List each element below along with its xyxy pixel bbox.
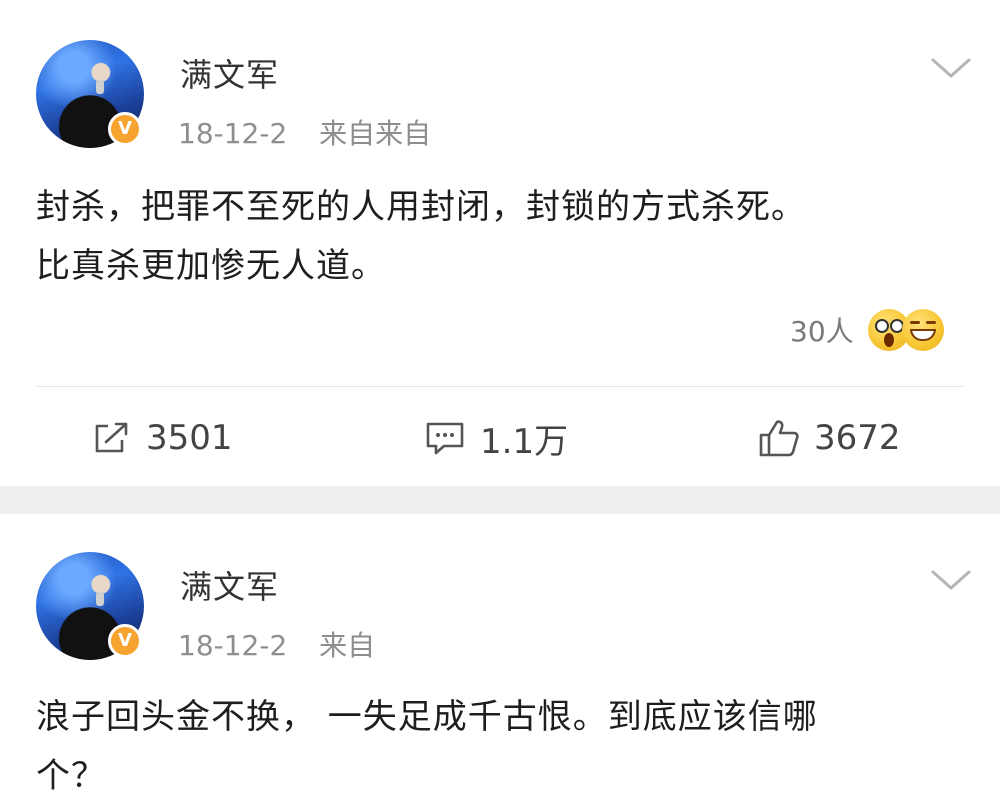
author-name[interactable]: 满文军 — [180, 562, 279, 608]
chevron-down-icon[interactable] — [930, 56, 972, 80]
action-bar: 3501 1.1万 3672 — [0, 400, 1000, 476]
author-name[interactable]: 满文军 — [180, 50, 279, 96]
post-date: 18-12-2 — [178, 629, 288, 662]
weibo-post: V 满文军 18-12-2 来自 浪子回头金不换， 一失足成千古恨。到底应该信哪… — [0, 514, 1000, 802]
share-icon — [95, 422, 128, 453]
thumbs-up-icon — [759, 420, 799, 457]
reaction-count: 30人 — [790, 315, 854, 348]
post-text-line: 个？ — [36, 756, 106, 796]
post-separator — [0, 486, 1000, 514]
divider — [36, 386, 964, 387]
post-text-line: 比真杀更加惨无人道。 — [36, 246, 386, 286]
comment-button[interactable]: 1.1万 — [424, 400, 568, 476]
post-text-line: 浪子回头金不换， 一失足成千古恨。到底应该信哪 — [36, 697, 818, 737]
reaction-summary[interactable]: 30人 — [790, 300, 944, 360]
repost-count: 3501 — [146, 418, 233, 458]
like-button[interactable]: 3672 — [758, 400, 901, 476]
post-source: 来自来自 — [319, 117, 432, 150]
post-text-line: 封杀，把罪不至死的人用封闭，封锁的方式杀死。 — [36, 187, 806, 227]
comment-icon — [426, 422, 464, 455]
weibo-post: V 满文军 18-12-2 来自来自 封杀，把罪不至死的人用封闭，封锁的方式杀死… — [0, 0, 1000, 486]
repost-button[interactable]: 3501 — [92, 400, 233, 476]
post-date: 18-12-2 — [178, 117, 288, 150]
chevron-down-icon[interactable] — [930, 568, 972, 592]
verified-v-badge-icon: V — [108, 624, 142, 658]
like-count: 3672 — [814, 418, 901, 458]
comment-count: 1.1万 — [480, 421, 569, 462]
post-meta: 18-12-2 来自来自 — [178, 112, 431, 152]
post-text: 浪子回头金不换， 一失足成千古恨。到底应该信哪 个？ — [36, 688, 970, 806]
verified-v-badge-icon: V — [108, 112, 142, 146]
post-text: 封杀，把罪不至死的人用封闭，封锁的方式杀死。 比真杀更加惨无人道。 — [36, 178, 970, 296]
laughing-emoji-icon — [901, 309, 944, 351]
post-source: 来自 — [319, 629, 376, 662]
post-meta: 18-12-2 来自 — [178, 624, 375, 664]
